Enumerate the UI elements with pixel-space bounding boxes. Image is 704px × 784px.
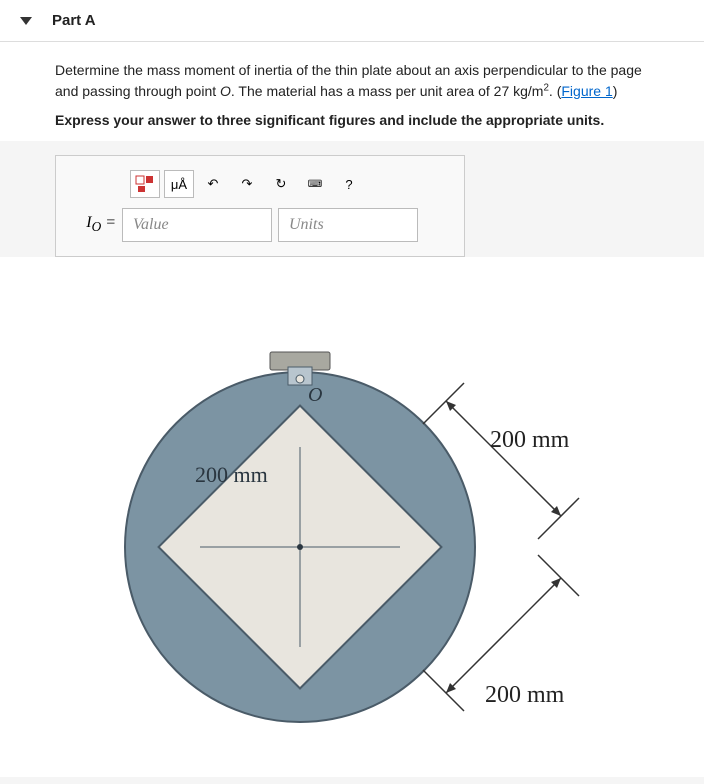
units-input[interactable]: Units — [278, 208, 418, 242]
value-input[interactable]: Value — [122, 208, 272, 242]
answer-toolbar: μÅ ↶ ↷ ↻ ⌨ ? — [130, 170, 450, 198]
question-line1b: . The material has a mass per unit area … — [231, 83, 544, 99]
question-line2: Express your answer to three significant… — [55, 110, 649, 131]
reset-button[interactable]: ↻ — [266, 170, 296, 198]
svg-text:200 mm: 200 mm — [485, 682, 565, 708]
figure-svg: O 200 mm 200 mm 200 mm — [40, 257, 660, 777]
question-text: Determine the mass moment of inertia of … — [0, 42, 704, 141]
template-button[interactable] — [130, 170, 160, 198]
help-button[interactable]: ? — [334, 170, 364, 198]
point-o: O — [220, 83, 231, 99]
special-chars-button[interactable]: μÅ — [164, 170, 194, 198]
figure-link[interactable]: Figure 1 — [561, 83, 612, 99]
answer-box: μÅ ↶ ↷ ↻ ⌨ ? IO = Value Units — [55, 155, 465, 257]
question-line1c: . ( — [549, 83, 561, 99]
part-dropdown-icon[interactable] — [20, 17, 32, 25]
part-title: Part A — [52, 12, 96, 29]
keyboard-button[interactable]: ⌨ — [300, 170, 330, 198]
redo-button[interactable]: ↷ — [232, 170, 262, 198]
dim-radius-label: 200 mm — [195, 462, 268, 487]
svg-text:200 mm: 200 mm — [490, 427, 570, 453]
figure-area: O 200 mm 200 mm 200 mm — [0, 257, 704, 777]
io-label: IO = — [70, 214, 116, 235]
point-o-label: O — [308, 384, 322, 406]
undo-button[interactable]: ↶ — [198, 170, 228, 198]
question-line1d: ) — [613, 83, 618, 99]
